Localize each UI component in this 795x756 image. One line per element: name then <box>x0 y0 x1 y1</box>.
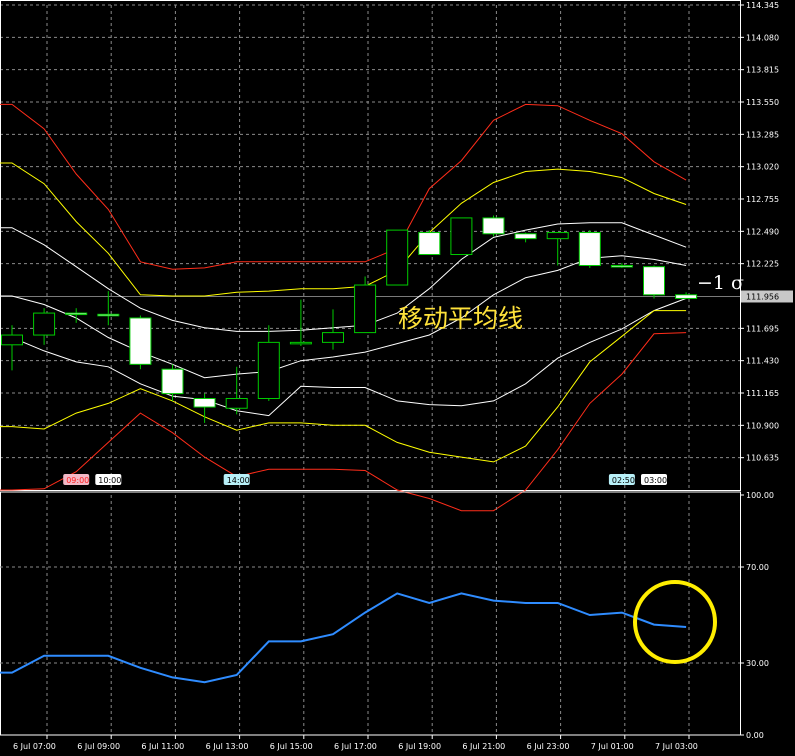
price-tick-label: 113.815 <box>746 66 779 75</box>
main-grid <box>0 0 741 491</box>
candle-body <box>129 317 152 365</box>
price-tick-label: 112.225 <box>746 260 779 269</box>
osc-tick-label: 30.00 <box>746 659 769 668</box>
price-tick-label: 111.430 <box>746 357 779 366</box>
x-tick-label: 6 Jul 09:00 <box>77 742 120 751</box>
oscillator-grid <box>0 491 741 736</box>
price-tick-label: 113.020 <box>746 163 779 172</box>
osc-tick-label: 100.00 <box>746 491 774 500</box>
candle-body <box>354 284 377 334</box>
candle-body <box>65 312 88 316</box>
candle-body <box>675 294 698 299</box>
candle-body <box>643 266 665 296</box>
time-label: 03:00 <box>644 476 667 485</box>
candle-body <box>610 264 633 268</box>
candle-body <box>161 368 184 395</box>
band-line <box>0 162 687 297</box>
candle-body <box>193 397 216 408</box>
candle-body <box>322 332 344 343</box>
sub-pane-border <box>0 491 741 736</box>
time-label: 10:00 <box>98 476 121 485</box>
x-tick-label: 6 Jul 15:00 <box>270 742 313 751</box>
osc-tick-label: 0.00 <box>746 731 764 740</box>
candle-body <box>578 232 601 266</box>
price-tick-label: 114.345 <box>746 1 779 10</box>
main-overlays: 09:00 10:00 14:00 02:50 03:00 <box>63 474 667 485</box>
candle-body <box>257 341 280 399</box>
time-label: 14:00 <box>227 476 250 485</box>
osc-tick-label: 70.00 <box>746 563 769 572</box>
price-tick-label: 113.285 <box>746 130 779 139</box>
price-tick-label: 114.080 <box>746 33 779 42</box>
x-tick-label: 7 Jul 03:00 <box>655 742 698 751</box>
candle-body <box>386 229 409 286</box>
candle-body <box>1 334 23 346</box>
candle-body <box>546 232 569 240</box>
candle-body <box>289 341 312 345</box>
oscillator-series <box>0 592 687 684</box>
candlesticks <box>1 215 698 423</box>
band-line <box>0 255 687 379</box>
x-tick-label: 7 Jul 01:00 <box>591 742 634 751</box>
candle-body <box>418 232 441 256</box>
price-tick-label: 111.165 <box>746 389 779 398</box>
sigma-label: −1 σ <box>697 272 744 294</box>
x-tick-label: 6 Jul 13:00 <box>206 742 249 751</box>
candle-body <box>225 397 248 409</box>
osc-line <box>0 592 687 684</box>
candle-body <box>97 313 120 317</box>
chart-canvas: 09:00 10:00 14:00 02:50 03:00 114.345 114.080… <box>0 0 793 751</box>
x-tick-label: 6 Jul 23:00 <box>527 742 570 751</box>
x-tick-label: 6 Jul 17:00 <box>334 742 377 751</box>
x-tick-label: 6 Jul 07:00 <box>13 742 56 751</box>
current-price-label: 111.956 <box>746 292 779 301</box>
x-tick-label: 6 Jul 21:00 <box>462 742 505 751</box>
candle-body <box>514 233 537 240</box>
price-tick-label: 110.900 <box>746 421 779 430</box>
candle-body <box>450 217 473 256</box>
price-tick-label: 110.635 <box>746 454 779 463</box>
bollinger-bands <box>0 103 687 512</box>
time-label: 02:50 <box>612 476 635 485</box>
price-tick-label: 113.550 <box>746 98 779 107</box>
x-tick-label: 6 Jul 11:00 <box>141 742 184 751</box>
x-tick-label: 6 Jul 19:00 <box>398 742 441 751</box>
price-tick-label: 112.755 <box>746 195 779 204</box>
price-axis: 114.345 114.080 113.815 113.550 113.285 113.0… <box>740 1 793 463</box>
price-tick-label: 112.490 <box>746 227 779 236</box>
price-tick-label: 111.695 <box>746 324 779 333</box>
time-axis: 6 Jul 07:00 6 Jul 09:00 6 Jul 11:00 6 Jul 1… <box>13 735 698 751</box>
candle-body <box>482 217 505 235</box>
candle-body <box>33 312 56 336</box>
time-label: 09:00 <box>66 476 89 485</box>
annotation-moving-average: 移动平均线 <box>398 304 523 333</box>
oscillator-axis: 100.00 70.00 30.00 0.00 <box>740 491 774 740</box>
